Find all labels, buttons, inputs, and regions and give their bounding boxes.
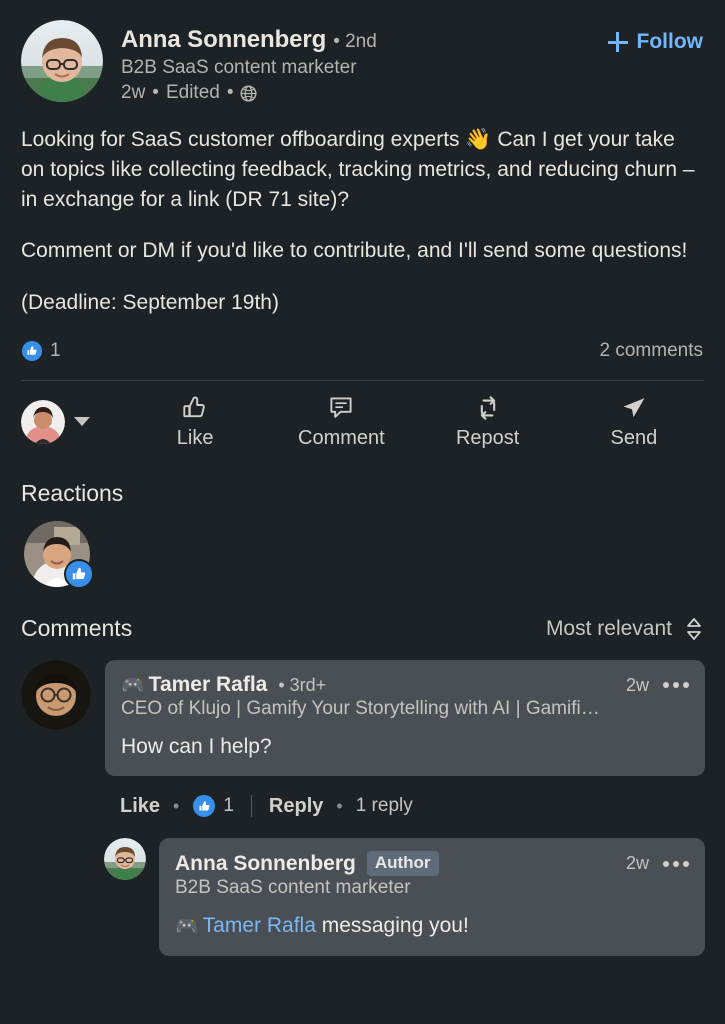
sort-updown-icon: [685, 617, 703, 641]
gamepad-emoji-icon: 🎮: [175, 916, 199, 938]
author-badge: Author: [366, 851, 439, 877]
thumbs-up-badge-icon: [64, 559, 94, 590]
comments-count-label[interactable]: 2 comments: [600, 340, 703, 362]
comment-body: 🎮 Tamer Rafla • 3rd+ 2w CEO of Klujo | G…: [105, 660, 705, 819]
comment-button[interactable]: Comment: [268, 393, 414, 450]
post-paragraph-3: (Deadline: September 19th): [21, 291, 279, 315]
comment-actions: Like • 1 Reply • 1 reply: [105, 776, 705, 819]
comment-replies-count[interactable]: 1 reply: [356, 795, 413, 817]
post-body: Looking for SaaS customer offboarding ex…: [0, 104, 725, 318]
comment-reply-item: Anna Sonnenberg Author 2w B2B SaaS conte…: [0, 818, 725, 956]
mention-link[interactable]: Tamer Rafla: [203, 914, 316, 937]
reply-author-headline: B2B SaaS content marketer: [175, 877, 411, 899]
post-timestamp: 2w: [121, 82, 146, 103]
send-button[interactable]: Send: [561, 393, 707, 450]
author-avatar[interactable]: [21, 20, 103, 102]
thumbs-up-badge-icon: [21, 340, 43, 363]
follow-label: Follow: [636, 30, 704, 53]
send-label: Send: [610, 427, 658, 450]
more-horizontal-icon[interactable]: [663, 860, 689, 867]
comment-like-count-group[interactable]: 1: [192, 794, 234, 819]
plus-icon: [607, 32, 628, 52]
comment-sort-dropdown[interactable]: Most relevant: [546, 617, 703, 641]
comment-timestamp: 2w: [625, 674, 649, 695]
comment-label: Comment: [298, 427, 385, 450]
post-meta: 2w • Edited •: [121, 82, 377, 104]
reply-body: Anna Sonnenberg Author 2w B2B SaaS conte…: [159, 838, 705, 956]
post-paragraph-2: Comment or DM if you'd like to contribut…: [21, 239, 688, 263]
thumbs-up-badge-icon: [192, 794, 217, 819]
comments-title: Comments: [21, 615, 133, 642]
commenter-headline: CEO of Klujo | Gamify Your Storytelling …: [121, 698, 600, 720]
commenter-avatar[interactable]: [21, 660, 91, 731]
author-info: Anna Sonnenberg • 2nd B2B SaaS content m…: [121, 20, 377, 104]
reply-bubble: Anna Sonnenberg Author 2w B2B SaaS conte…: [159, 838, 705, 956]
reactions-title: Reactions: [21, 480, 124, 507]
post-header: Anna Sonnenberg • 2nd B2B SaaS content m…: [0, 0, 725, 104]
like-button[interactable]: Like: [122, 393, 268, 450]
reply-author-avatar[interactable]: [104, 838, 146, 881]
reply-author-name[interactable]: Anna Sonnenberg: [175, 852, 356, 876]
comment-sort-label: Most relevant: [545, 616, 672, 640]
repost-button[interactable]: Repost: [415, 393, 561, 450]
reactor-avatar[interactable]: [24, 521, 94, 590]
comment-text: How can I help?: [121, 735, 272, 759]
like-label: Like: [176, 427, 214, 450]
repost-label: Repost: [455, 427, 520, 450]
globe-icon: [240, 84, 258, 102]
meta-separator-1: •: [152, 82, 159, 103]
reaction-count-group[interactable]: 1: [21, 340, 61, 363]
commenter-name[interactable]: Tamer Rafla: [149, 673, 268, 697]
reply-text-remainder: messaging you!: [315, 914, 469, 938]
comments-header: Comments Most relevant: [0, 587, 725, 642]
post-action-bar: Like Comment Repost Send: [0, 381, 725, 450]
action-dot-1: •: [173, 795, 180, 816]
reaction-count-label: 1: [50, 340, 61, 362]
more-horizontal-icon[interactable]: [663, 682, 689, 689]
action-separator: [250, 795, 252, 818]
comment-like-count: 1: [223, 795, 234, 817]
actor-picker[interactable]: [21, 399, 90, 444]
current-user-avatar[interactable]: [21, 399, 65, 444]
reply-timestamp: 2w: [625, 853, 649, 874]
paper-plane-icon: [621, 393, 647, 423]
speech-bubble-icon: [328, 393, 354, 423]
meta-separator-2: •: [226, 82, 234, 103]
reaction-avatars: [0, 507, 725, 590]
action-buttons: Like Comment Repost Send: [122, 393, 707, 450]
author-headline: B2B SaaS content marketer: [121, 57, 357, 78]
comment-bubble: 🎮 Tamer Rafla • 3rd+ 2w CEO of Klujo | G…: [105, 660, 705, 777]
post-edited-label: Edited: [165, 82, 220, 103]
thumbs-up-icon: [182, 393, 208, 423]
linkedin-post: Anna Sonnenberg • 2nd B2B SaaS content m…: [0, 0, 725, 1024]
comment-like-button[interactable]: Like: [120, 795, 160, 818]
social-counts-row: 1 2 comments: [0, 318, 725, 363]
gamepad-emoji-icon: 🎮: [121, 675, 145, 697]
comment-item: 🎮 Tamer Rafla • 3rd+ 2w CEO of Klujo | G…: [0, 642, 725, 819]
author-name[interactable]: Anna Sonnenberg: [121, 26, 326, 54]
chevron-down-icon: [74, 417, 90, 427]
reply-text: 🎮 Tamer Rafla messaging you!: [175, 912, 689, 940]
commenter-degree: • 3rd+: [278, 674, 327, 695]
follow-button[interactable]: Follow: [607, 30, 704, 54]
repost-icon: [475, 393, 501, 423]
comment-reply-button[interactable]: Reply: [269, 795, 323, 818]
action-dot-2: •: [336, 795, 343, 816]
author-degree: • 2nd: [333, 31, 377, 52]
post-paragraph-1: Looking for SaaS customer offboarding ex…: [21, 128, 695, 211]
